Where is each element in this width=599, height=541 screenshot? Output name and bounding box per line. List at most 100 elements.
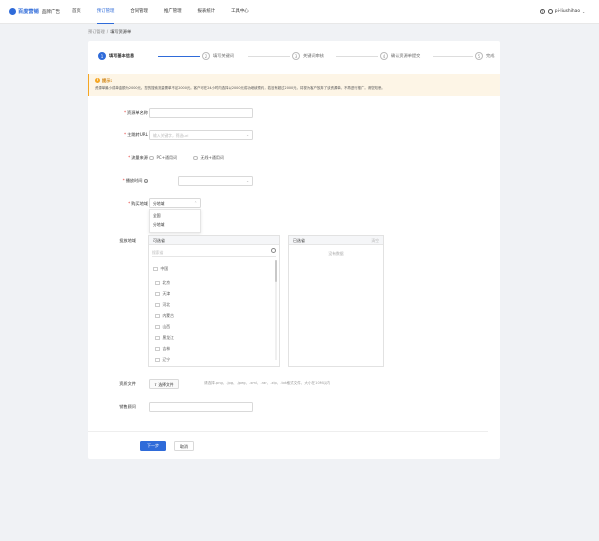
- step-number: 4: [380, 52, 388, 60]
- selected-panel-header: 已选省 清空: [289, 236, 383, 245]
- baidu-paw-icon: [9, 8, 16, 15]
- step-label: 填写基本信息: [109, 53, 135, 58]
- step-label: 确认资源单提交: [391, 53, 421, 58]
- province-item[interactable]: 天津: [155, 291, 170, 297]
- step-4: 4 确认资源单提交: [380, 51, 420, 61]
- clear-button[interactable]: 清空: [371, 236, 379, 245]
- step-label: 完成: [486, 53, 495, 58]
- selected-provinces-panel: 已选省 清空 没有数据: [288, 235, 384, 367]
- period-select[interactable]: ⌄: [178, 176, 253, 186]
- step-indicator: 1 填写基本信息 2 填写关键词 3 关键词审核 4 确认资源单提交 5 完成: [98, 51, 498, 63]
- upload-hint: 请选择.png、.jpg、.jpeg、.xml、.rar、.zip、.txt格式…: [204, 381, 331, 385]
- province-item[interactable]: 山西: [155, 324, 170, 330]
- province-item[interactable]: 内蒙古: [155, 313, 174, 319]
- step-2: 2 填写关键词: [202, 51, 234, 61]
- upload-button[interactable]: ⇧ 选择文件: [149, 379, 179, 389]
- traffic-radio-mobile[interactable]: 无线+通用词: [193, 155, 224, 161]
- checkbox[interactable]: [155, 302, 160, 308]
- landing-url-placeholder: 输入关键字，筛选url: [153, 133, 189, 138]
- main-nav: 首页 预订管理 合同管理 推广管理 报表统计 工具中心: [72, 0, 265, 24]
- logo[interactable]: 百度营销 品牌广告: [9, 8, 60, 15]
- step-connector: [433, 56, 473, 57]
- step-3: 3 关键词审核: [292, 51, 324, 61]
- checkbox[interactable]: [155, 324, 160, 330]
- region-value: 分地域: [153, 201, 165, 206]
- checkbox[interactable]: [153, 266, 158, 272]
- warning-icon: !: [95, 78, 100, 83]
- sales-input[interactable]: [149, 402, 253, 412]
- step-number: 1: [98, 52, 106, 60]
- breadcrumb-parent[interactable]: 预订管理: [88, 29, 105, 34]
- available-panel-header: 可选省: [149, 236, 279, 245]
- province-item[interactable]: 黑龙江: [155, 335, 174, 341]
- scrollbar-thumb[interactable]: [275, 260, 277, 282]
- nav-promotion[interactable]: 推广管理: [164, 0, 182, 24]
- breadcrumb: 预订管理 / 填写资源单: [88, 29, 131, 35]
- chevron-down-icon: ⌄: [246, 133, 249, 137]
- region-select[interactable]: 分地域 ⌃: [149, 198, 201, 208]
- checkbox[interactable]: [155, 280, 160, 286]
- cancel-button[interactable]: 取消: [174, 441, 194, 451]
- chevron-up-icon: ⌃: [194, 201, 197, 205]
- search-icon[interactable]: [271, 248, 276, 253]
- nav-reservation[interactable]: 预订管理: [96, 0, 114, 24]
- notice-banner: ! 提示: 资源单最小成单金额为2000元。您的搜索流量需单不足2000元。客户…: [88, 74, 500, 96]
- traffic-source-label: *流量来源: [128, 155, 148, 160]
- step-connector: [248, 56, 290, 57]
- step-number: 2: [202, 52, 210, 60]
- traffic-radio-pc[interactable]: PC+通用词: [149, 155, 177, 161]
- step-connector: [336, 56, 378, 57]
- resource-name-label: *资源单名称: [123, 110, 148, 115]
- upload-label: 资质文件: [119, 381, 136, 386]
- province-search-input[interactable]: 搜索省: [152, 248, 276, 257]
- step-number: 5: [475, 52, 483, 60]
- avatar-icon: [547, 9, 553, 14]
- nav-home[interactable]: 首页: [72, 0, 81, 24]
- form-card: 1 填写基本信息 2 填写关键词 3 关键词审核 4 确认资源单提交 5 完成 …: [88, 41, 500, 459]
- nav-reports[interactable]: 报表统计: [198, 0, 216, 24]
- user-menu[interactable]: ? pi-liushihao ⌄: [539, 9, 585, 14]
- nav-contract[interactable]: 合同管理: [130, 0, 148, 24]
- next-button[interactable]: 下一步: [140, 441, 166, 451]
- region-dropdown: 全国 分地域: [149, 209, 201, 233]
- top-nav-bar: 百度营销 品牌广告 首页 预订管理 合同管理 推广管理 报表统计 工具中心 ? …: [0, 0, 599, 24]
- nav-tools[interactable]: 工具中心: [231, 0, 249, 24]
- empty-state: 没有数据: [328, 251, 344, 256]
- radio-circle[interactable]: [193, 155, 198, 161]
- step-1: 1 填写基本信息: [98, 51, 134, 61]
- checkbox[interactable]: [155, 357, 160, 363]
- available-provinces-panel: 可选省 搜索省 中国 北京 天津 河北 内蒙古 山西 黑龙江 吉林 辽宁: [148, 235, 280, 367]
- checkbox[interactable]: [155, 346, 160, 352]
- sales-label: 销售顾问: [119, 404, 136, 409]
- region-label: *购买地域: [128, 201, 148, 206]
- province-item[interactable]: 吉林: [155, 346, 170, 352]
- username: pi-liushihao: [554, 9, 581, 14]
- help-icon[interactable]: ?: [539, 9, 545, 14]
- step-label: 关键词审核: [303, 53, 324, 58]
- breadcrumb-current: 填写资源单: [110, 29, 132, 34]
- province-item[interactable]: 北京: [155, 280, 170, 286]
- scrollbar[interactable]: [275, 260, 277, 360]
- landing-url-select[interactable]: 输入关键字，筛选url ⌄: [149, 130, 253, 140]
- checkbox[interactable]: [155, 313, 160, 319]
- divider: [88, 431, 488, 432]
- radio-circle[interactable]: [149, 155, 154, 161]
- region-option-all[interactable]: 全国: [150, 212, 200, 219]
- province-item[interactable]: 河北: [155, 302, 170, 308]
- step-5: 5 完成: [475, 51, 494, 61]
- brand-sub: 品牌广告: [41, 9, 61, 15]
- resource-name-input[interactable]: [149, 108, 253, 118]
- brand-name: 百度营销: [18, 9, 39, 15]
- notice-body: 资源单最小成单金额为2000元。您的搜索流量需单不足2000元。客户可在24小时…: [95, 86, 385, 90]
- notice-title: 提示:: [102, 78, 113, 83]
- province-item[interactable]: 辽宁: [155, 357, 170, 363]
- checkbox[interactable]: [155, 291, 160, 297]
- question-icon[interactable]: ?: [143, 178, 148, 184]
- period-label: *播放时间?: [122, 178, 148, 184]
- breadcrumb-separator: /: [106, 29, 109, 34]
- checkbox[interactable]: [155, 335, 160, 341]
- tree-root-item[interactable]: 中国: [153, 266, 168, 272]
- step-label: 填写关键词: [213, 53, 234, 58]
- local-region-label: 投放地域: [119, 238, 136, 243]
- region-option-split[interactable]: 分地域: [150, 221, 200, 228]
